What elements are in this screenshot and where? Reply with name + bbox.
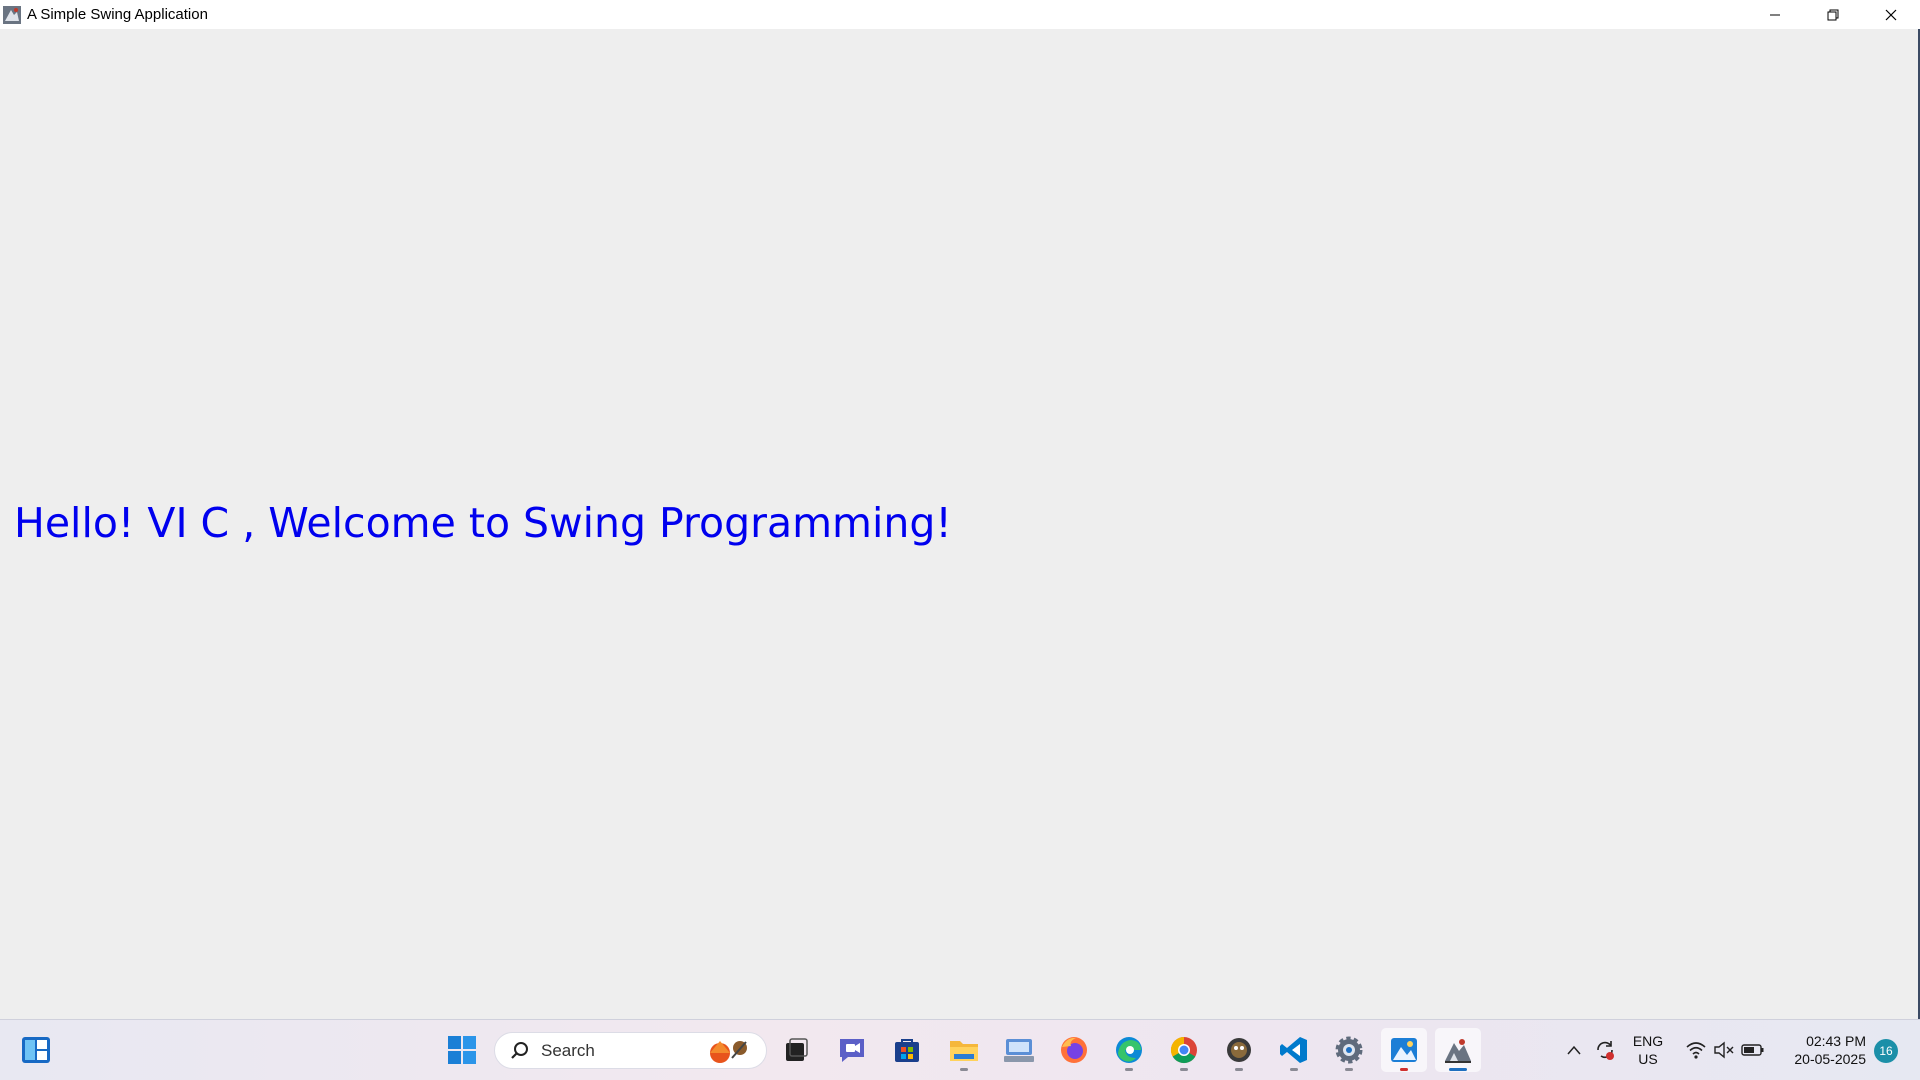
minimize-button[interactable] [1746,0,1804,29]
vscode-button[interactable] [1271,1028,1317,1072]
java-app-icon [2,5,22,25]
window-titlebar[interactable]: A Simple Swing Application [0,0,1920,29]
quick-settings-button[interactable] [1680,1028,1770,1072]
keyboard-app-button[interactable] [996,1028,1042,1072]
teams-chat-button[interactable] [829,1028,875,1072]
clock-date: 20-05-2025 [1794,1051,1866,1067]
edge-button[interactable] [1106,1028,1152,1072]
running-indicator [1180,1068,1188,1071]
running-indicator [1290,1068,1298,1071]
app-button[interactable] [1216,1028,1262,1072]
photos-button[interactable] [1381,1028,1427,1072]
java-app-taskbar-button[interactable] [1435,1028,1481,1072]
task-view-icon [786,1038,808,1061]
window-content: Hello! VI C , Welcome to Swing Programmi… [0,29,1920,1019]
sync-button[interactable] [1590,1028,1620,1072]
running-indicator [1125,1068,1133,1071]
keyboard-app-icon [1004,1039,1034,1062]
search-highlight-icon [710,1040,747,1063]
search-icon [511,1041,528,1059]
clock[interactable]: 02:43 PM 20-05-2025 [1778,1032,1866,1068]
teams-chat-icon [840,1039,864,1062]
vscode-icon [1280,1037,1307,1063]
chrome-icon [1170,1036,1197,1064]
restore-icon [1827,9,1839,20]
settings-icon [1335,1036,1363,1064]
wifi-icon [1686,1042,1706,1059]
sync-icon [1597,1041,1614,1060]
language-code: ENG [1632,1033,1664,1049]
running-indicator [1400,1068,1408,1071]
window-title: A Simple Swing Application [27,6,208,23]
running-indicator [1235,1068,1243,1071]
running-indicator [1345,1068,1353,1071]
taskbar: Search ENG US 02:43 PM 20-05-2025 16 [0,1019,1920,1080]
minimize-icon [1770,14,1780,15]
edge-icon [1116,1037,1142,1063]
window-controls [1746,0,1920,29]
widgets-icon [22,1037,50,1063]
settings-button[interactable] [1326,1028,1372,1072]
welcome-label: Hello! VI C , Welcome to Swing Programmi… [14,499,952,547]
widgets-button[interactable] [13,1028,59,1072]
running-indicator [960,1068,968,1071]
chrome-button[interactable] [1161,1028,1207,1072]
microsoft-store-button[interactable] [884,1028,930,1072]
photos-icon [1391,1038,1417,1062]
notification-badge[interactable]: 16 [1874,1039,1898,1063]
chevron-up-icon [1567,1045,1581,1055]
app-icon [1227,1038,1251,1062]
java-app-icon [1445,1039,1471,1063]
firefox-icon [1061,1037,1087,1063]
active-indicator [1449,1068,1467,1071]
keyboard-region: US [1638,1051,1658,1067]
restore-button[interactable] [1804,0,1862,29]
language-indicator[interactable]: ENG US [1625,1032,1671,1068]
taskbar-search[interactable]: Search [494,1032,767,1069]
clock-time: 02:43 PM [1806,1033,1866,1049]
battery-icon [1741,1044,1764,1056]
close-button[interactable] [1862,0,1920,29]
speaker-muted-icon [1714,1041,1734,1059]
search-placeholder: Search [541,1040,595,1060]
show-hidden-icons-button[interactable] [1560,1028,1588,1072]
start-button[interactable] [439,1028,485,1072]
file-explorer-icon [950,1041,978,1061]
microsoft-store-icon [895,1039,919,1062]
task-view-button[interactable] [773,1028,819,1072]
close-icon [1885,9,1897,20]
windows-start-icon [448,1036,476,1064]
firefox-button[interactable] [1051,1028,1097,1072]
file-explorer-button[interactable] [941,1028,987,1072]
